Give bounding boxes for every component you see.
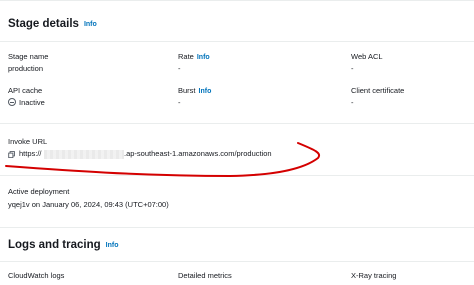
red-underline-annotation [5,142,320,177]
